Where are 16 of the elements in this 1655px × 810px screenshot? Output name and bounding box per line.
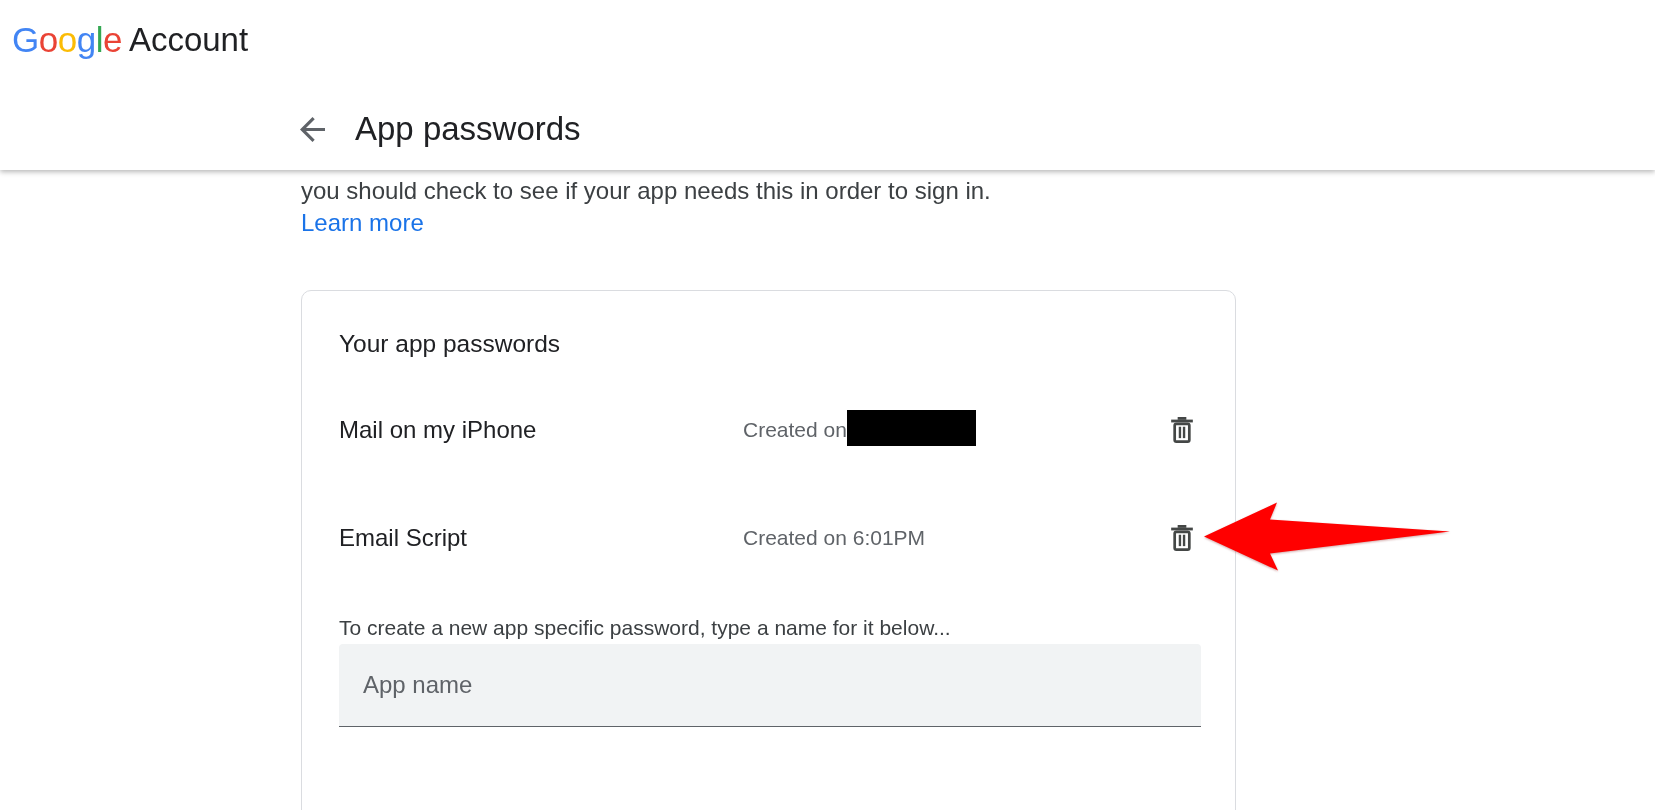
- app-password-name: Mail on my iPhone: [339, 415, 538, 445]
- logo-wordmark: Google: [12, 19, 122, 61]
- trash-icon: [1171, 525, 1193, 551]
- app-password-name: Email Script: [339, 523, 469, 553]
- page-title: App passwords: [355, 109, 581, 149]
- product-name: Account: [128, 20, 249, 60]
- card-title: Your app passwords: [339, 329, 562, 359]
- trash-icon: [1171, 417, 1193, 443]
- intro-text: you should check to see if your app needs this in order to sign in.: [301, 176, 992, 206]
- back-button[interactable]: [298, 114, 327, 144]
- back-arrow-icon: [300, 116, 325, 142]
- hint-text: To create a new app specific password, type a name for it below...: [339, 616, 952, 640]
- created-date: Created on 6:01PM: [743, 525, 926, 551]
- app-name-field[interactable]: App name: [339, 644, 1201, 727]
- created-date: Created on: [743, 417, 847, 443]
- learn-more-link[interactable]: Learn more: [301, 207, 424, 239]
